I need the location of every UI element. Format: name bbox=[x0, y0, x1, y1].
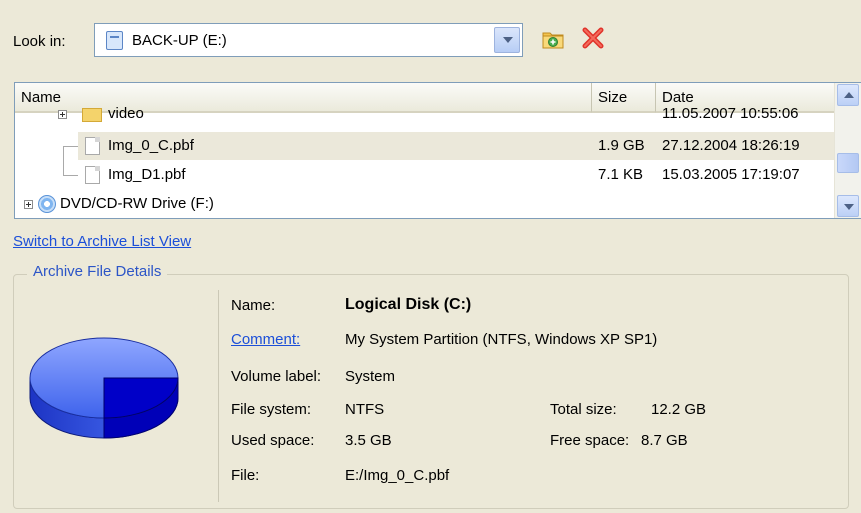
file-system-label: File system: bbox=[231, 401, 312, 418]
dropdown-arrow-button[interactable] bbox=[494, 27, 520, 53]
dvd-drive-icon bbox=[38, 195, 56, 213]
folder-icon bbox=[82, 108, 102, 122]
switch-to-archive-list-view-link[interactable]: Switch to Archive List View bbox=[13, 233, 191, 250]
file-size: 1.9 GB bbox=[598, 137, 645, 154]
scroll-thumb[interactable] bbox=[837, 153, 859, 173]
expand-icon[interactable] bbox=[24, 200, 33, 209]
list-item-file[interactable]: Img_D1.pbf 7.1 KB 15.03.2005 17:19:07 bbox=[15, 147, 836, 189]
list-item-drive[interactable]: DVD/CD-RW Drive (F:) bbox=[15, 190, 836, 218]
list-item-folder[interactable]: video 11.05.2007 10:55:06 bbox=[15, 105, 836, 133]
expand-icon[interactable] bbox=[58, 110, 67, 119]
volume-label-label: Volume label: bbox=[231, 368, 322, 385]
file-path-value: E:/Img_0_C.pbf bbox=[345, 467, 450, 484]
details-divider bbox=[218, 290, 219, 502]
drive-icon bbox=[106, 31, 123, 50]
volume-label-value: System bbox=[345, 368, 396, 385]
name-value: Logical Disk (C:) bbox=[345, 296, 472, 313]
file-size: 7.1 KB bbox=[598, 166, 644, 183]
look-in-value: BACK-UP (E:) bbox=[132, 32, 227, 49]
total-size-label: Total size: bbox=[550, 401, 617, 418]
comment-link[interactable]: Comment: bbox=[231, 331, 300, 348]
total-size-value: 12.2 GB bbox=[651, 401, 707, 418]
disk-usage-pie-icon bbox=[29, 337, 179, 439]
comment-value: My System Partition (NTFS, Windows XP SP… bbox=[345, 331, 658, 348]
look-in-label: Look in: bbox=[13, 33, 66, 50]
new-folder-icon[interactable] bbox=[541, 27, 565, 51]
free-space-value: 8.7 GB bbox=[641, 432, 688, 449]
file-name: Img_D1.pbf bbox=[108, 166, 186, 183]
file-list[interactable]: Name Size Date video 11.05.2007 10:55:06… bbox=[14, 82, 861, 219]
file-icon bbox=[85, 137, 100, 155]
file-icon bbox=[85, 166, 100, 184]
vertical-scrollbar[interactable] bbox=[834, 83, 861, 218]
delete-icon[interactable] bbox=[580, 25, 606, 51]
group-title: Archive File Details bbox=[27, 263, 168, 280]
file-date: 11.05.2007 10:55:06 bbox=[662, 105, 799, 122]
drive-name: DVD/CD-RW Drive (F:) bbox=[60, 195, 214, 212]
scroll-down-button[interactable] bbox=[837, 195, 859, 217]
list-item-file[interactable]: Img_0_C.pbf 1.9 GB 27.12.2004 18:26:19 bbox=[15, 132, 836, 160]
used-space-value: 3.5 GB bbox=[345, 432, 392, 449]
name-label: Name: bbox=[231, 297, 276, 314]
file-name: video bbox=[108, 105, 144, 122]
look-in-dropdown[interactable]: BACK-UP (E:) bbox=[94, 23, 523, 57]
file-date: 27.12.2004 18:26:19 bbox=[662, 137, 800, 154]
file-date: 15.03.2005 17:19:07 bbox=[662, 166, 800, 183]
used-space-label: Used space: bbox=[231, 432, 315, 449]
file-system-value: NTFS bbox=[345, 401, 385, 418]
scroll-up-button[interactable] bbox=[837, 84, 859, 106]
file-name: Img_0_C.pbf bbox=[108, 137, 194, 154]
file-label: File: bbox=[231, 467, 260, 484]
free-space-label: Free space: bbox=[550, 432, 630, 449]
